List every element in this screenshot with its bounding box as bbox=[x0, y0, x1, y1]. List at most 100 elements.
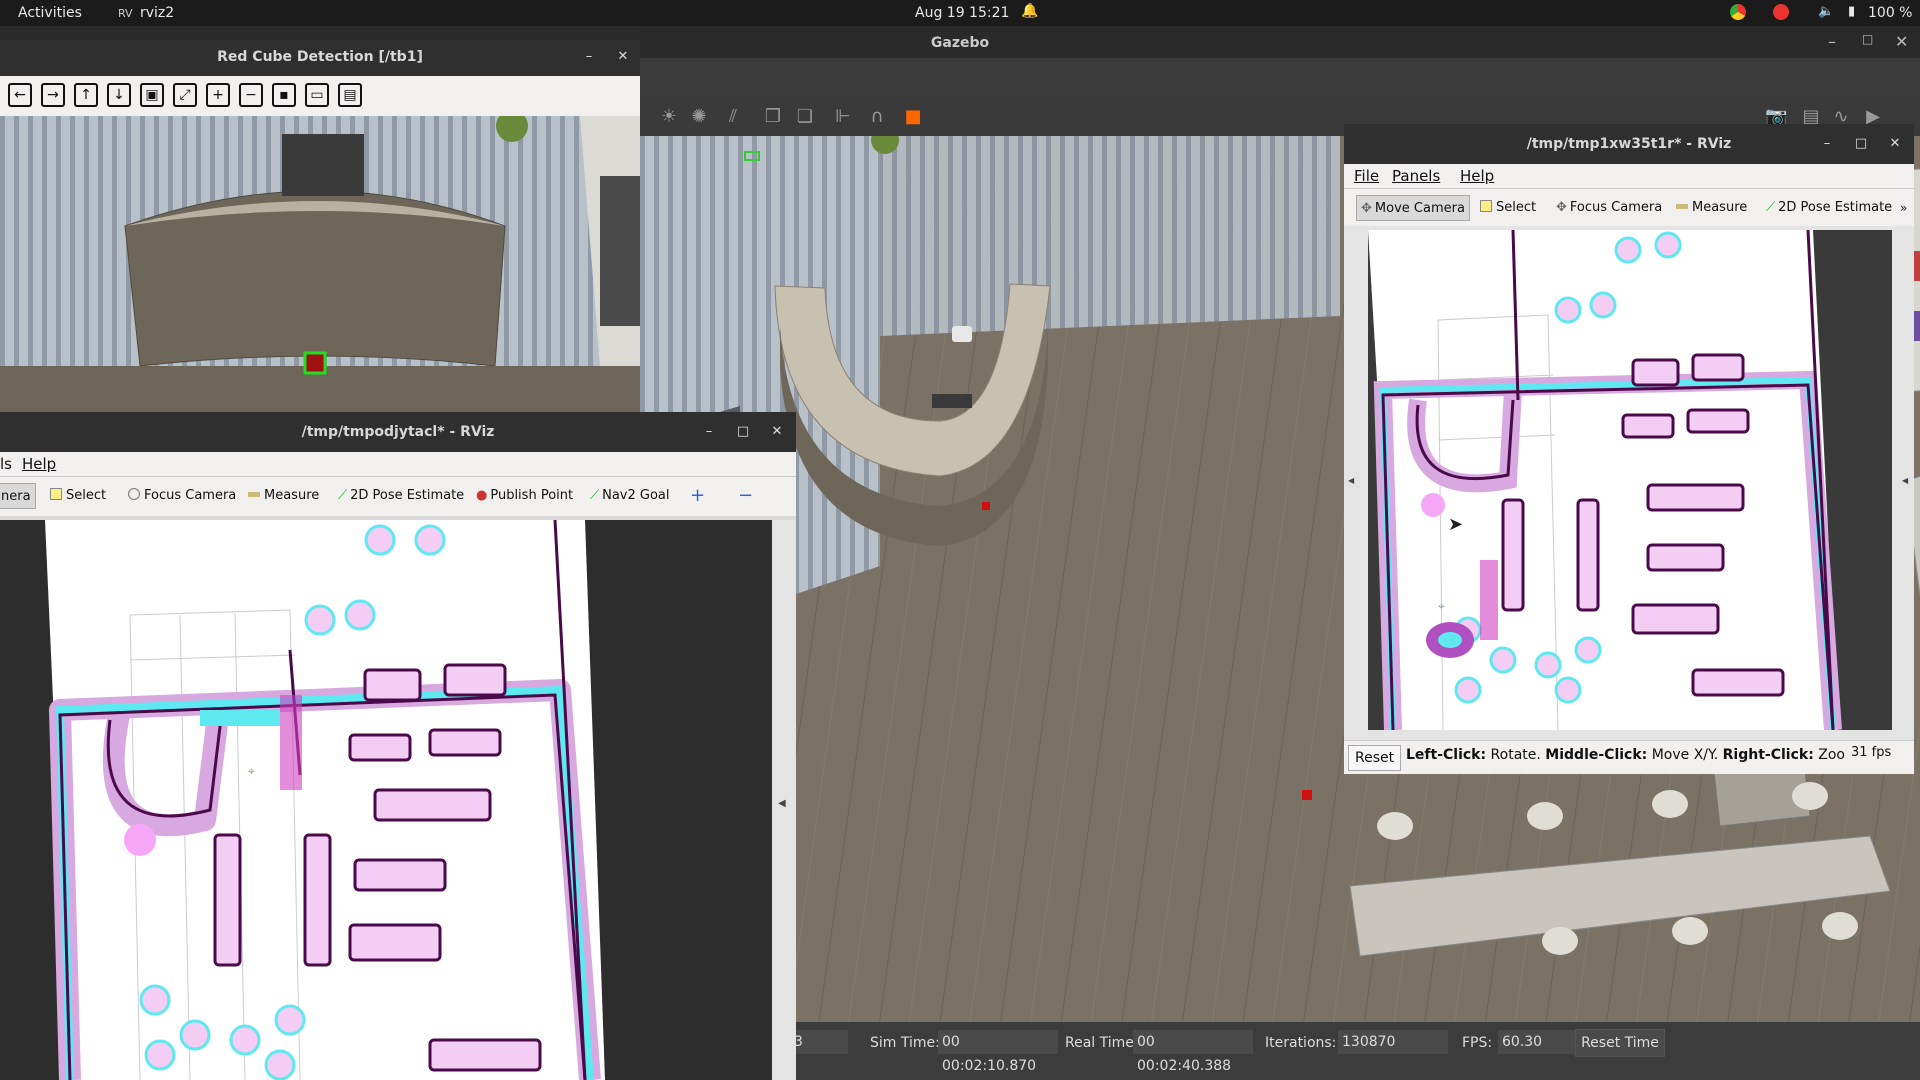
copy-icon[interactable]: ❐ bbox=[762, 106, 784, 128]
bell-icon: 🔔 bbox=[1021, 3, 1039, 19]
zoom-in-icon[interactable]: + bbox=[206, 83, 230, 107]
image-view-toolbar: ← → ↑ ↓ ▣ ⤢ + − ▪ ▭ ▤ bbox=[0, 76, 640, 116]
rviz-fps: 31 fps bbox=[1851, 745, 1892, 760]
close-icon[interactable]: ✕ bbox=[612, 46, 634, 68]
down-arrow-icon[interactable]: ↓ bbox=[107, 83, 131, 107]
tool-focus-camera[interactable]: Focus Camera bbox=[124, 483, 240, 509]
close-icon[interactable]: ✕ bbox=[766, 421, 788, 443]
more-tools-chevron-icon[interactable]: » bbox=[1896, 195, 1911, 221]
left-click-label: Left-Click: bbox=[1406, 747, 1487, 763]
mouse-help-text: Left-Click: Rotate. Middle-Click: Move X… bbox=[1406, 747, 1846, 763]
gazebo-titlebar[interactable]: Gazebo – □ ✕ bbox=[640, 26, 1920, 58]
zoom-fit-icon[interactable]: ⤢ bbox=[173, 83, 197, 107]
paste-icon[interactable]: ❏ bbox=[794, 106, 816, 128]
goal-arrow-icon: ⟋ bbox=[590, 488, 600, 503]
maximize-icon[interactable]: □ bbox=[732, 421, 754, 443]
tool-2d-pose-estimate[interactable]: ⟋ 2D Pose Estimate bbox=[1762, 195, 1896, 221]
reset-time-button[interactable]: Reset Time bbox=[1575, 1029, 1665, 1057]
remove-tool-minus-icon[interactable]: − bbox=[734, 483, 757, 509]
fit-image-icon[interactable]: ▣ bbox=[140, 83, 164, 107]
right-collapse-arrow-icon[interactable]: ◀ bbox=[1902, 476, 1908, 485]
tool-2d-pose-estimate[interactable]: ⟋ 2D Pose Estimate bbox=[334, 483, 468, 509]
rviz-right-toolbar: ✥ Move Camera Select ✥ Focus Camera Measur… bbox=[1344, 188, 1914, 226]
forward-arrow-icon[interactable]: → bbox=[41, 83, 65, 107]
activities-button[interactable]: Activities bbox=[18, 5, 82, 21]
tool-measure-label: Measure bbox=[264, 488, 320, 503]
up-arrow-icon[interactable]: ↑ bbox=[74, 83, 98, 107]
reset-button[interactable]: Reset bbox=[1348, 745, 1402, 771]
rviz-left-side-panel-toggle[interactable]: ◀ bbox=[772, 520, 796, 1080]
app-name[interactable]: rviz2 bbox=[140, 5, 174, 21]
real-time-value: 00 00:02:40.388 bbox=[1133, 1030, 1253, 1074]
align-icon[interactable]: ⊩ bbox=[832, 106, 854, 128]
rviz-right-map-view[interactable]: ⌖ ➤ bbox=[1368, 230, 1892, 730]
menu-help[interactable]: Help bbox=[22, 455, 56, 473]
rviz-left-titlebar[interactable]: /tmp/tmpodjytacl* - RViz – □ ✕ bbox=[0, 412, 796, 452]
tool-measure[interactable]: Measure bbox=[244, 483, 323, 509]
tool-focus-camera[interactable]: ✥ Focus Camera bbox=[1552, 195, 1666, 221]
cube-window-titlebar[interactable]: Red Cube Detection [/tb1] – ✕ bbox=[0, 40, 640, 76]
maximize-icon[interactable]: □ bbox=[1862, 32, 1873, 46]
zoom-out-icon[interactable]: − bbox=[239, 83, 263, 107]
camera-image-view[interactable] bbox=[0, 116, 640, 412]
snap-icon[interactable]: ∩ bbox=[866, 106, 888, 128]
do-not-disturb-icon[interactable] bbox=[1773, 4, 1789, 20]
pose-arrow-icon: ⟋ bbox=[338, 488, 348, 503]
menu-panels[interactable]: Panels bbox=[1392, 167, 1440, 185]
close-icon[interactable]: ✕ bbox=[1884, 133, 1906, 155]
real-time-label: Real Time: bbox=[1065, 1035, 1139, 1051]
battery-icon[interactable]: ▮ bbox=[1848, 4, 1855, 19]
sim-time-value: 00 00:02:10.870 bbox=[938, 1030, 1058, 1074]
tool-move-camera-label: Move Camera bbox=[1374, 201, 1465, 216]
minimize-icon[interactable]: – bbox=[698, 421, 720, 443]
pose-arrow-icon: ⟋ bbox=[1766, 200, 1776, 215]
move-text: Move X/Y. bbox=[1651, 747, 1719, 763]
tool-measure[interactable]: Measure bbox=[1672, 195, 1751, 221]
minimize-icon[interactable]: – bbox=[1816, 133, 1838, 155]
iterations-value: 130870 bbox=[1338, 1030, 1448, 1054]
close-icon[interactable]: ✕ bbox=[1895, 32, 1908, 51]
tool-move-camera[interactable]: nera bbox=[0, 483, 36, 509]
minimize-icon[interactable]: – bbox=[578, 46, 600, 68]
tool-select[interactable]: Select bbox=[46, 483, 110, 509]
left-collapse-arrow-icon[interactable]: ◀ bbox=[1348, 476, 1354, 485]
rviz-left-map-view[interactable]: ⌖ bbox=[0, 520, 772, 1080]
volume-icon[interactable]: 🔈 bbox=[1818, 4, 1834, 19]
sun-light-icon[interactable]: ☀ bbox=[658, 106, 680, 128]
clipboard-icon[interactable]: ▭ bbox=[305, 83, 329, 107]
back-arrow-icon[interactable]: ← bbox=[8, 83, 32, 107]
svg-text:⌖: ⌖ bbox=[248, 764, 255, 778]
menu-file[interactable]: File bbox=[1354, 167, 1379, 185]
right-click-label: Right-Click: bbox=[1722, 747, 1814, 763]
tool-publish-point[interactable]: ● Publish Point bbox=[472, 483, 577, 509]
spot-light-icon[interactable]: ⫽ bbox=[722, 106, 744, 128]
minimize-icon[interactable]: – bbox=[1828, 32, 1836, 51]
rviz-app-icon: RV bbox=[118, 7, 133, 20]
rviz-left-menubar: ls Help bbox=[0, 452, 796, 476]
system-top-bar: Activities RV rviz2 Aug 19 15:21 🔔 🔈 ▮ 1… bbox=[0, 0, 1920, 26]
menu-panels-partial[interactable]: ls bbox=[0, 455, 12, 473]
iterations-label: Iterations: bbox=[1265, 1035, 1337, 1051]
clock[interactable]: Aug 19 15:21 bbox=[915, 5, 1009, 21]
chrome-icon[interactable] bbox=[1730, 4, 1746, 20]
collapse-arrow-icon[interactable]: ◀ bbox=[778, 798, 786, 809]
add-tool-plus-icon[interactable]: + bbox=[686, 483, 709, 509]
middle-click-label: Middle-Click: bbox=[1545, 747, 1648, 763]
tool-move-camera[interactable]: ✥ Move Camera bbox=[1356, 195, 1470, 221]
settings-icon[interactable]: ▤ bbox=[338, 83, 362, 107]
tool-select[interactable]: Select bbox=[1476, 195, 1540, 221]
maximize-icon[interactable]: □ bbox=[1850, 133, 1872, 155]
gazebo-menu-area bbox=[640, 58, 1920, 98]
tool-nav2-goal[interactable]: ⟋ Nav2 Goal bbox=[586, 483, 674, 509]
real-time-factor-field: 3 bbox=[790, 1030, 848, 1054]
save-icon[interactable]: ▪ bbox=[272, 83, 296, 107]
point-light-icon[interactable]: ✺ bbox=[688, 106, 710, 128]
svg-text:⌖: ⌖ bbox=[1438, 599, 1445, 613]
measure-icon bbox=[1676, 204, 1688, 209]
tool-focus-camera-label: Focus Camera bbox=[144, 488, 237, 503]
change-view-icon[interactable]: ■ bbox=[902, 106, 924, 128]
menu-help[interactable]: Help bbox=[1460, 167, 1494, 185]
red-cube bbox=[1302, 790, 1312, 800]
focus-camera-icon bbox=[128, 488, 140, 500]
rviz-right-titlebar[interactable]: /tmp/tmp1xw35t1r* - RViz – □ ✕ bbox=[1344, 124, 1914, 164]
